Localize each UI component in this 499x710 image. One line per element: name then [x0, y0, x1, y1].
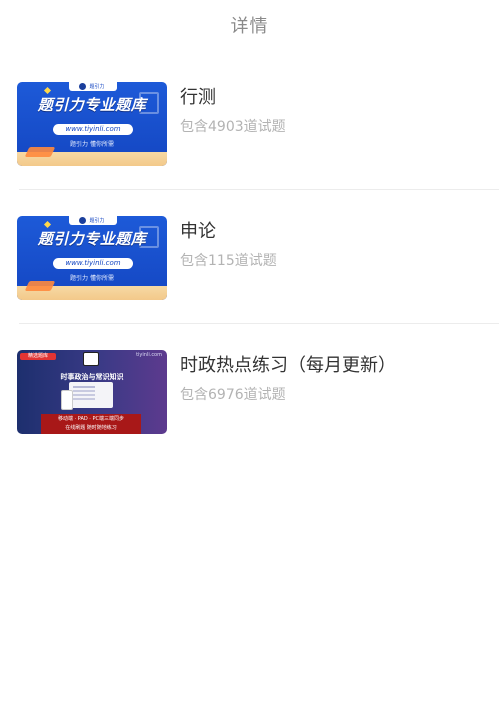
phone-illustration — [61, 390, 73, 410]
thumbnail-banner-line2: 在线刷题 随时随地练习 — [65, 425, 117, 431]
thumbnail-headline: 题引力专业题库 — [37, 230, 147, 248]
item-info: 行测 包含4903道试题 — [180, 86, 499, 136]
item-title: 行测 — [180, 87, 216, 108]
item-title: 申论 — [180, 221, 216, 242]
star-icon — [43, 220, 52, 229]
item-question-count: 包含4903道试题 — [180, 119, 286, 135]
book-icon — [24, 281, 56, 291]
thumbnail-url: www.tiyinli.com — [53, 124, 133, 135]
book-icon — [24, 147, 56, 157]
thumbnail-image: 精选题库 tiyinli.com 时事政治与常识知识 移动端 · PAD · P… — [17, 350, 167, 434]
thumbnail-url: www.tiyinli.com — [53, 258, 133, 269]
thumbnail-banner: 移动端 · PAD · PC端三端同步 在线刷题 随时随地练习 — [41, 414, 141, 434]
item-title: 时政热点练习（每月更新） — [180, 355, 396, 376]
list-item-shizheng[interactable]: 精选题库 tiyinli.com 时事政治与常识知识 移动端 · PAD · P… — [17, 350, 499, 434]
screen-illustration — [69, 382, 113, 408]
logo-icon — [79, 83, 86, 90]
star-icon — [43, 86, 52, 95]
thumbnail-brand: 题引力 — [69, 82, 117, 91]
thumbnail-tag: 精选题库 — [20, 353, 56, 360]
header: 详情 — [0, 0, 499, 50]
logo-icon — [83, 352, 99, 366]
thumbnail-banner-line1: 移动端 · PAD · PC端三端同步 — [57, 416, 124, 422]
thumbnail-headline: 题引力专业题库 — [37, 96, 147, 114]
thumbnail-image: 题引力 题引力专业题库 www.tiyinli.com 题引力 懂你所需 — [17, 82, 167, 166]
thumbnail-caption: 时事政治与常识知识 — [60, 373, 124, 381]
list-item-shenlun[interactable]: 题引力 题引力专业题库 www.tiyinli.com 题引力 懂你所需 申论 … — [17, 216, 499, 300]
item-info: 申论 包含115道试题 — [180, 220, 499, 270]
thumbnail-site: tiyinli.com — [136, 352, 162, 358]
logo-icon — [79, 217, 86, 224]
divider — [19, 189, 499, 190]
item-question-count: 包含115道试题 — [180, 253, 277, 269]
list-item-xingce[interactable]: 题引力 题引力专业题库 www.tiyinli.com 题引力 懂你所需 行测 … — [17, 82, 499, 166]
item-question-count: 包含6976道试题 — [180, 387, 286, 403]
page-title: 详情 — [230, 16, 269, 37]
thumbnail-image: 题引力 题引力专业题库 www.tiyinli.com 题引力 懂你所需 — [17, 216, 167, 300]
thumbnail-brand: 题引力 — [69, 216, 117, 225]
divider — [19, 323, 499, 324]
item-info: 时政热点练习（每月更新） 包含6976道试题 — [180, 354, 499, 404]
